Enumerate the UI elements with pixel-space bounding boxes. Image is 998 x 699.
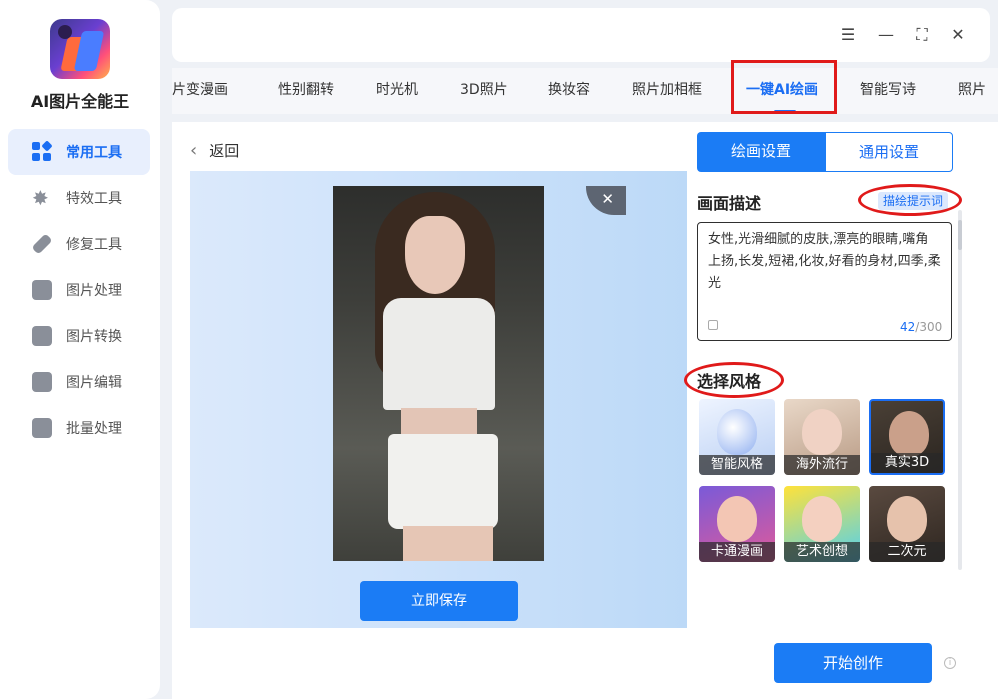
feature-tabs: 照片变漫画 性别翻转 时光机 3D照片 换妆容 照片加相框 一键AI绘画 智能写…: [172, 68, 998, 114]
sparkle-icon: ✸: [32, 186, 49, 210]
tab-drawing-settings[interactable]: 绘画设置: [697, 132, 825, 172]
annotation-ellipse: [684, 362, 784, 398]
sidebar: AI图片全能王 常用工具 ✸ 特效工具 修复工具 图片处理 图片转换 图片编辑 …: [0, 0, 160, 699]
app-logo: [50, 19, 110, 79]
tab-3d-photo[interactable]: 3D照片: [460, 68, 508, 114]
menu-icon[interactable]: ☰: [839, 26, 857, 44]
sidebar-item-repair[interactable]: 修复工具: [8, 221, 150, 267]
sidebar-item-label: 常用工具: [66, 145, 122, 161]
tab-time-machine[interactable]: 时光机: [376, 68, 418, 114]
sidebar-item-label: 图片转换: [66, 329, 122, 345]
tab-smart-poem[interactable]: 智能写诗: [860, 68, 916, 114]
app-title: AI图片全能王: [30, 92, 130, 111]
info-icon[interactable]: i: [944, 657, 956, 669]
sidebar-item-image-edit[interactable]: 图片编辑: [8, 359, 150, 405]
sidebar-item-label: 图片处理: [66, 283, 122, 299]
sidebar-item-common-tools[interactable]: 常用工具: [8, 129, 150, 175]
upload-icon: [32, 418, 52, 438]
style-card-anime[interactable]: 二次元: [869, 486, 945, 562]
sidebar-item-label: 批量处理: [66, 421, 122, 437]
save-button[interactable]: 立即保存: [360, 581, 518, 621]
title-bar: ☰ — ⛶ ✕: [172, 8, 990, 62]
bandage-icon: [31, 233, 53, 255]
annotation-ellipse: [858, 184, 962, 216]
style-card-overseas[interactable]: 海外流行: [784, 399, 860, 475]
settings-scrollbar[interactable]: [958, 210, 962, 570]
style-card-real-3d[interactable]: 真实3D: [869, 399, 945, 475]
sidebar-item-image-convert[interactable]: 图片转换: [8, 313, 150, 359]
start-create-button[interactable]: 开始创作: [774, 643, 932, 683]
tab-makeup[interactable]: 换妆容: [548, 68, 590, 114]
sidebar-item-batch[interactable]: 批量处理: [8, 405, 150, 451]
sidebar-item-label: 修复工具: [66, 237, 122, 253]
tab-photo-more[interactable]: 照片: [958, 68, 986, 114]
edit-icon: [32, 372, 52, 392]
tab-photo-to-comic[interactable]: 照片变漫画: [172, 68, 228, 114]
close-icon[interactable]: ✕: [949, 26, 967, 44]
prompt-text: 女性,光滑细腻的皮肤,漂亮的眼睛,嘴角上扬,长发,短裙,化妆,好看的身材,四季,…: [708, 232, 941, 291]
grid-icon: [32, 140, 53, 162]
tab-photo-frame[interactable]: 照片加相框: [632, 68, 702, 114]
generated-image: [333, 186, 544, 561]
tab-gender-swap[interactable]: 性别翻转: [278, 68, 334, 114]
maximize-icon[interactable]: ⛶: [913, 26, 931, 44]
char-counter: 42/300: [900, 320, 943, 334]
description-title: 画面描述: [697, 194, 762, 213]
sidebar-item-label: 图片编辑: [66, 375, 122, 391]
back-button[interactable]: ‹ 返回: [190, 140, 239, 161]
clear-icon[interactable]: [708, 320, 718, 330]
annotation-box: [731, 60, 837, 114]
style-card-smart[interactable]: 智能风格: [699, 399, 775, 475]
back-label: 返回: [209, 142, 240, 160]
minimize-icon[interactable]: —: [877, 26, 895, 44]
sidebar-item-effects[interactable]: ✸ 特效工具: [8, 175, 150, 221]
sidebar-item-label: 特效工具: [66, 191, 122, 207]
image-icon: [32, 280, 52, 300]
convert-icon: [32, 326, 52, 346]
tab-general-settings[interactable]: 通用设置: [825, 132, 953, 172]
style-card-art[interactable]: 艺术创想: [784, 486, 860, 562]
sidebar-item-image-process[interactable]: 图片处理: [8, 267, 150, 313]
style-card-cartoon[interactable]: 卡通漫画: [699, 486, 775, 562]
chevron-left-icon: ‹: [190, 140, 198, 161]
